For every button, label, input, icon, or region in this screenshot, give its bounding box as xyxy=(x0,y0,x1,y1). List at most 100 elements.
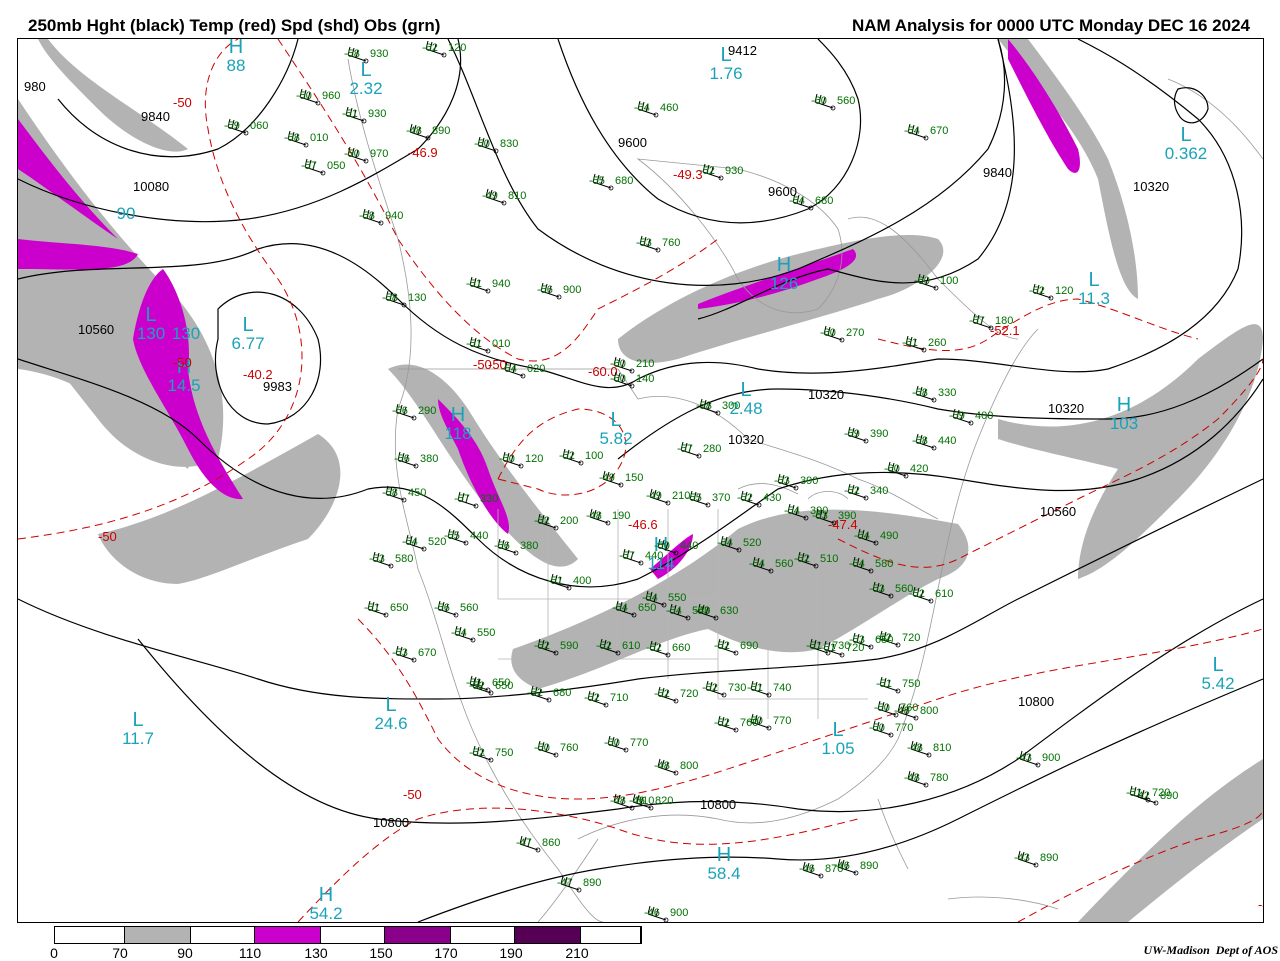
obs-height: 800 xyxy=(920,705,938,717)
pressure-center-value: 54.2 xyxy=(309,904,342,922)
pressure-center-value: 130 xyxy=(172,324,200,343)
height-label: 10800 xyxy=(373,815,409,830)
station-observation: -51 740 xyxy=(747,680,791,698)
obs-height: 550 xyxy=(477,627,495,639)
temperature-label: -50 xyxy=(173,95,192,110)
station-observation: -59 390 xyxy=(844,426,888,444)
obs-height: 710 xyxy=(610,692,628,704)
station-observation: -52 430 xyxy=(737,490,781,508)
obs-height: 490 xyxy=(880,530,898,542)
pressure-center-value: 118 xyxy=(444,424,471,443)
station-observation: -52 100 xyxy=(559,448,603,466)
pressure-center-value: 88 xyxy=(227,56,246,75)
obs-height: 120 xyxy=(448,42,466,54)
obs-height: 810 xyxy=(933,742,951,754)
obs-temperature: -52 xyxy=(702,682,718,694)
obs-height: 440 xyxy=(470,530,488,542)
obs-temperature: -51 xyxy=(547,575,563,587)
pressure-center-letter: L xyxy=(832,719,843,741)
height-label: 9840 xyxy=(983,165,1012,180)
height-label: 10800 xyxy=(700,797,736,812)
obs-height: 400 xyxy=(573,575,591,587)
observation-layer: -58 930 -62 120-50 960-51 930-59 060-58 010-48 8… xyxy=(224,40,1178,922)
obs-temperature: -54 xyxy=(717,537,733,549)
pressure-center-value: 103 xyxy=(1110,414,1138,433)
pressure-center-value: 126 xyxy=(770,274,798,293)
obs-temperature: -51 xyxy=(747,682,763,694)
obs-height: 820 xyxy=(655,795,673,807)
obs-height: 400 xyxy=(975,410,993,422)
obs-height: 720 xyxy=(1152,787,1170,799)
obs-temperature: -52 xyxy=(584,692,600,704)
obs-height: 510 xyxy=(820,553,838,565)
obs-temperature: -54 xyxy=(904,125,920,137)
temp-contour-50-north xyxy=(277,39,719,362)
pressure-center-letter: L xyxy=(1180,124,1191,146)
obs-height: 010 xyxy=(310,132,328,144)
obs-temperature: -53 xyxy=(392,647,408,659)
pressure-center-letter: H xyxy=(717,844,731,866)
colorbar-segment xyxy=(321,927,385,943)
obs-height: 280 xyxy=(703,443,721,455)
obs-temperature: -55 xyxy=(686,492,702,504)
obs-height: 630 xyxy=(720,605,738,617)
station-observation: -58 330 xyxy=(912,385,956,403)
pressure-center-value: 5.42 xyxy=(1201,674,1234,693)
obs-temperature: -56 xyxy=(434,602,450,614)
temperature-label: -50 xyxy=(173,355,192,370)
obs-height: 290 xyxy=(418,405,436,417)
temperature-label: -46.9 xyxy=(408,145,438,160)
obs-temperature: -59 xyxy=(224,120,240,132)
station-observation: -58 440 xyxy=(912,433,956,451)
station-observation: -53 580 xyxy=(369,551,413,569)
station-observation: -51 650 xyxy=(364,600,408,618)
obs-temperature: -55 xyxy=(444,530,460,542)
colorbar-tick-label: 110 xyxy=(238,945,262,961)
height-label: 980 xyxy=(24,79,46,94)
obs-height: 890 xyxy=(860,860,878,872)
obs-height: 260 xyxy=(928,337,946,349)
map-canvas: L6.77H14.5L2.32L1.76L0.362L11.3H126L2.48… xyxy=(18,39,1263,922)
obs-temperature: -52 xyxy=(527,687,543,699)
obs-temperature: -49 xyxy=(646,490,662,502)
obs-temperature: -57 xyxy=(969,315,985,327)
pressure-center-value: 58.4 xyxy=(707,864,740,883)
obs-temperature: -53 xyxy=(812,510,828,522)
colorbar-segment xyxy=(451,927,515,943)
temperature-label: -50 xyxy=(403,787,422,802)
obs-temperature: -50 xyxy=(474,138,490,150)
station-observation: -54 460 xyxy=(634,100,678,118)
obs-temperature: -50 xyxy=(604,737,620,749)
obs-height: 890 xyxy=(583,877,601,889)
pressure-center-value: 1.76 xyxy=(709,64,742,83)
colorbar-segment xyxy=(55,927,125,943)
obs-temperature: -60 xyxy=(884,463,900,475)
obs-height: 420 xyxy=(910,463,928,475)
station-observation: -62 120 xyxy=(422,40,466,58)
obs-temperature: -51 xyxy=(364,602,380,614)
obs-temperature: -59 xyxy=(949,410,965,422)
obs-temperature: -48 xyxy=(907,742,923,754)
obs-temperature: -50 xyxy=(534,742,550,754)
obs-temperature: -58 xyxy=(912,387,928,399)
obs-temperature: -46 xyxy=(644,907,660,919)
pressure-center-value: 11.3 xyxy=(1078,289,1110,308)
obs-temperature: -60 xyxy=(811,95,827,107)
station-observation: -53 760 xyxy=(636,235,680,253)
height-label: 9412 xyxy=(728,43,757,58)
station-observation: -49 150 xyxy=(599,470,643,488)
station-observation: -60 420 xyxy=(884,461,928,479)
obs-temperature: -58 xyxy=(912,435,928,447)
obs-temperature: -51 xyxy=(1126,787,1142,799)
obs-height: 150 xyxy=(625,472,643,484)
obs-temperature: -52 xyxy=(1029,285,1045,297)
pressure-center-letter: H xyxy=(777,254,791,276)
obs-height: 690 xyxy=(740,640,758,652)
obs-temperature: -50 xyxy=(747,715,763,727)
station-observation: -51 940 xyxy=(466,276,510,294)
obs-height: 100 xyxy=(940,275,958,287)
obs-temperature: -57 xyxy=(677,443,693,455)
pressure-center-letter: L xyxy=(385,694,396,716)
obs-temperature: -58 xyxy=(284,132,300,144)
obs-height: 200 xyxy=(560,515,578,527)
